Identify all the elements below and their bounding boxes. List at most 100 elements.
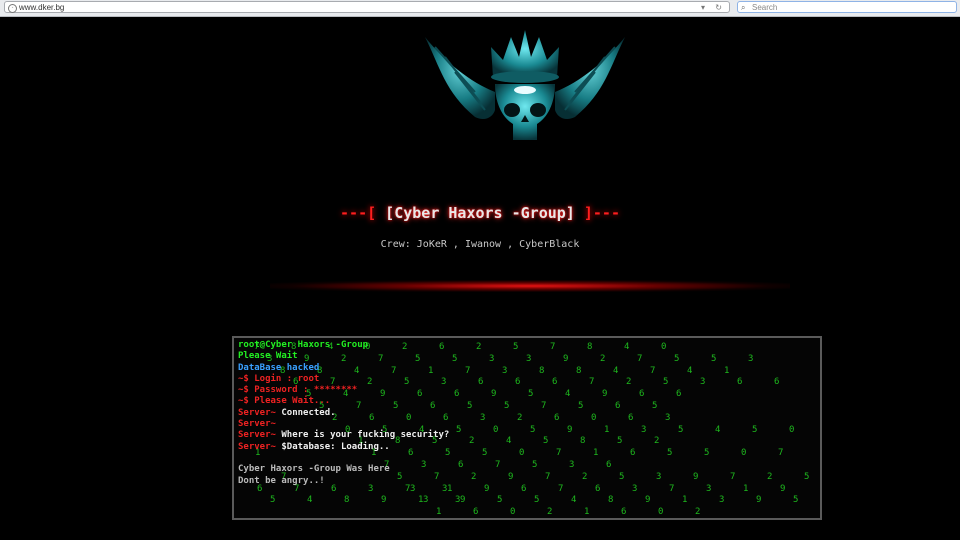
rain-digit: 9 bbox=[756, 495, 762, 506]
rain-digit: 1 bbox=[436, 507, 442, 518]
rain-digit: 2 bbox=[654, 436, 660, 447]
rain-digit: 5 bbox=[804, 471, 810, 482]
rain-digit: 6 bbox=[458, 460, 464, 470]
rain-digit: 3 bbox=[569, 460, 575, 470]
rain-digit: 3 bbox=[489, 353, 495, 364]
terminal-window: 7840262578403927553392755388471738847416… bbox=[232, 336, 822, 520]
rain-digit: 9 bbox=[460, 495, 466, 506]
rain-digit: 6 bbox=[473, 507, 479, 518]
rain-digit: 2 bbox=[767, 471, 773, 482]
rain-digit: 4 bbox=[506, 436, 512, 447]
rain-digit: 1 bbox=[743, 483, 749, 494]
rain-digit: 9 bbox=[563, 353, 569, 364]
browser-toolbar: ◦ www.dker.bg ▾ ↻ ⌕ Search bbox=[0, 0, 960, 17]
rain-digit: 6 bbox=[628, 412, 634, 423]
rain-digit: 5 bbox=[678, 424, 684, 435]
rain-digit: 0 bbox=[591, 412, 597, 423]
terminal-line: Dont be angry..! bbox=[238, 475, 325, 486]
rain-digit: 2 bbox=[600, 353, 606, 364]
rain-digit: 5 bbox=[674, 353, 680, 364]
rain-digit: 9 bbox=[567, 424, 573, 435]
rain-digit: 7 bbox=[778, 448, 784, 459]
rain-digit: 6 bbox=[552, 377, 558, 388]
rain-digit: 2 bbox=[469, 436, 475, 447]
terminal-line: ~$ Login : root bbox=[238, 373, 320, 384]
rain-digit: 9 bbox=[693, 471, 699, 482]
rain-digit: 3 bbox=[706, 483, 712, 494]
rain-digit: 3 bbox=[665, 412, 671, 423]
title-left-decoration: ---[ bbox=[340, 204, 377, 222]
rain-digit: 3 bbox=[641, 424, 647, 435]
rain-digit: 1 bbox=[584, 507, 590, 518]
rain-digit: 4 bbox=[624, 342, 630, 352]
globe-icon: ◦ bbox=[8, 4, 17, 13]
rain-digit: 3 bbox=[748, 353, 754, 364]
rain-digit: 3 bbox=[719, 495, 725, 506]
rain-digit: 0 bbox=[519, 448, 525, 459]
rain-digit: 2 bbox=[582, 471, 588, 482]
rain-digit: 5 bbox=[617, 436, 623, 447]
rain-digit: 3 bbox=[656, 471, 662, 482]
rain-digit: 4 bbox=[715, 424, 721, 435]
rain-digit: 0 bbox=[789, 424, 795, 435]
search-input[interactable]: ⌕ Search bbox=[737, 1, 957, 13]
rain-digit: 5 bbox=[467, 401, 473, 411]
reload-icon[interactable]: ▾ ↻ bbox=[701, 2, 726, 14]
rain-digit: 0 bbox=[493, 424, 499, 435]
rain-digit: 6 bbox=[515, 377, 521, 388]
rain-digit: 0 bbox=[658, 507, 664, 518]
rain-digit: 1 bbox=[724, 365, 730, 376]
rain-digit: 5 bbox=[793, 495, 799, 506]
rain-digit: 4 bbox=[613, 365, 619, 376]
rain-digit: 9 bbox=[602, 389, 608, 400]
rain-digit: 7 bbox=[541, 401, 547, 411]
rain-digit: 3 bbox=[526, 353, 532, 364]
rain-digit: 5 bbox=[663, 377, 669, 388]
rain-digit: 1 bbox=[593, 448, 599, 459]
rain-digit: 8 bbox=[587, 342, 593, 352]
rain-digit: 7 bbox=[730, 471, 736, 482]
rain-digit: 7 bbox=[650, 365, 656, 376]
rain-digit: 2 bbox=[476, 342, 482, 352]
rain-digit: 3 bbox=[455, 495, 461, 506]
address-bar[interactable]: ◦ www.dker.bg ▾ ↻ bbox=[4, 1, 730, 13]
rain-digit: 8 bbox=[576, 365, 582, 376]
rain-digit: 6 bbox=[630, 448, 636, 459]
terminal-line: ~$ Please Wait... bbox=[238, 396, 331, 407]
rain-digit: 9 bbox=[381, 495, 387, 506]
rain-digit: 3 bbox=[502, 365, 508, 376]
rain-digit: 5 bbox=[504, 401, 510, 411]
rain-digit: 2 bbox=[471, 471, 477, 482]
rain-digit: 9 bbox=[491, 389, 497, 400]
rain-digit: 7 bbox=[495, 460, 501, 470]
terminal-line: Server~ bbox=[238, 419, 282, 430]
rain-digit: 5 bbox=[532, 460, 538, 470]
rain-digit: 7 bbox=[545, 471, 551, 482]
rain-digit: 4 bbox=[565, 389, 571, 400]
rain-digit: 8 bbox=[580, 436, 586, 447]
rain-digit: 3 bbox=[700, 377, 706, 388]
rain-digit: 9 bbox=[484, 483, 490, 494]
terminal-output: root@Cyber Haxors -Group Please Wait DataB… bbox=[238, 340, 449, 487]
rain-digit: 5 bbox=[534, 495, 540, 506]
rain-digit: 5 bbox=[752, 424, 758, 435]
rain-digit: 5 bbox=[497, 495, 503, 506]
rain-digit: 8 bbox=[608, 495, 614, 506]
rain-digit: 5 bbox=[528, 389, 534, 400]
rain-digit: 1 bbox=[682, 495, 688, 506]
rain-digit: 7 bbox=[465, 365, 471, 376]
rain-digit: 2 bbox=[517, 412, 523, 423]
rain-digit: 6 bbox=[737, 377, 743, 388]
rain-digit: 9 bbox=[508, 471, 514, 482]
terminal-line: DataBase hacked bbox=[238, 362, 320, 373]
rain-digit: 0 bbox=[510, 507, 516, 518]
rain-digit: 4 bbox=[687, 365, 693, 376]
search-placeholder: Search bbox=[752, 3, 778, 12]
rain-digit: 0 bbox=[661, 342, 667, 352]
terminal-line: Server~ Connected. bbox=[238, 407, 336, 418]
rain-digit: 4 bbox=[571, 495, 577, 506]
terminal-line: root@Cyber Haxors -Group bbox=[238, 340, 369, 350]
terminal-line: Cyber Haxors -Group Was Here bbox=[238, 464, 390, 475]
rain-digit: 6 bbox=[478, 377, 484, 388]
